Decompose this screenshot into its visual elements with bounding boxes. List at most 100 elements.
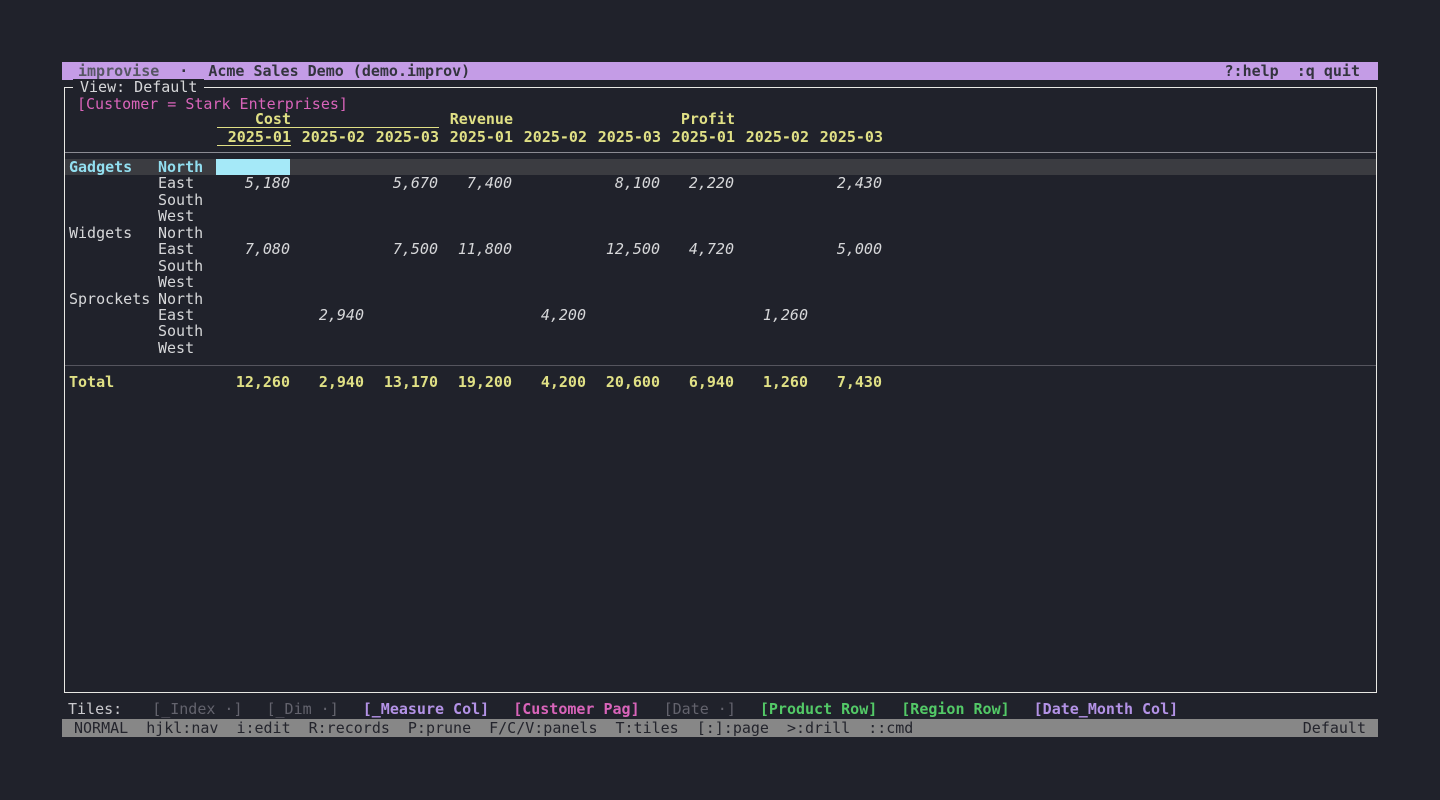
measure-group-header[interactable]: Cost xyxy=(217,111,439,128)
measure-group-header[interactable]: Revenue xyxy=(439,111,661,128)
month-col-header[interactable]: 2025-01 xyxy=(217,129,291,146)
pivot-cell[interactable] xyxy=(808,258,882,274)
pivot-cell[interactable] xyxy=(438,291,512,307)
pivot-cell[interactable]: 2,940 xyxy=(290,307,364,323)
pivot-cell[interactable] xyxy=(660,323,734,339)
pivot-cell[interactable]: 12,500 xyxy=(586,241,660,257)
pivot-cell[interactable] xyxy=(438,258,512,274)
pivot-cell[interactable] xyxy=(586,340,660,356)
pivot-cell[interactable] xyxy=(216,274,290,290)
pivot-cell[interactable] xyxy=(734,323,808,339)
pivot-cell[interactable] xyxy=(586,291,660,307)
pivot-cell[interactable] xyxy=(438,208,512,224)
pivot-cell[interactable] xyxy=(290,274,364,290)
pivot-cell[interactable] xyxy=(586,159,660,175)
pivot-cell[interactable] xyxy=(290,225,364,241)
pivot-cell[interactable] xyxy=(734,291,808,307)
pivot-cell[interactable] xyxy=(512,192,586,208)
pivot-cell[interactable] xyxy=(808,340,882,356)
pivot-cell[interactable] xyxy=(808,307,882,323)
pivot-cell[interactable] xyxy=(512,258,586,274)
pivot-cell[interactable]: 5,000 xyxy=(808,241,882,257)
pivot-cell[interactable] xyxy=(734,225,808,241)
pivot-cell[interactable] xyxy=(660,159,734,175)
month-col-header[interactable]: 2025-03 xyxy=(587,129,661,146)
pivot-cell[interactable] xyxy=(660,225,734,241)
pivot-cell[interactable]: 7,500 xyxy=(364,241,438,257)
pivot-cell[interactable] xyxy=(290,241,364,257)
pivot-cell[interactable] xyxy=(364,323,438,339)
pivot-cell[interactable] xyxy=(734,159,808,175)
pivot-cell[interactable]: 4,200 xyxy=(512,307,586,323)
pivot-cell[interactable] xyxy=(660,291,734,307)
pivot-cell[interactable] xyxy=(734,192,808,208)
pivot-cell[interactable] xyxy=(364,258,438,274)
pivot-cell[interactable] xyxy=(660,208,734,224)
pivot-cell[interactable] xyxy=(512,274,586,290)
pivot-cell[interactable] xyxy=(364,159,438,175)
pivot-cell[interactable] xyxy=(438,307,512,323)
month-col-header[interactable]: 2025-03 xyxy=(365,129,439,146)
pivot-cell[interactable] xyxy=(512,208,586,224)
pivot-cell[interactable] xyxy=(512,225,586,241)
tile-date[interactable]: [Date ·] xyxy=(664,700,736,718)
pivot-cell[interactable] xyxy=(438,192,512,208)
pivot-cell[interactable] xyxy=(364,307,438,323)
tile-measure-col[interactable]: [_Measure Col] xyxy=(363,700,489,718)
pivot-cell[interactable] xyxy=(290,159,364,175)
tile-date-month-col[interactable]: [Date_Month Col] xyxy=(1034,700,1179,718)
tile-dim[interactable]: [_Dim ·] xyxy=(267,700,339,718)
pivot-cell[interactable] xyxy=(808,291,882,307)
pivot-cell[interactable] xyxy=(290,175,364,191)
pivot-cell[interactable] xyxy=(586,274,660,290)
month-col-header[interactable]: 2025-03 xyxy=(809,129,883,146)
pivot-cell[interactable] xyxy=(808,225,882,241)
pivot-cell[interactable] xyxy=(734,258,808,274)
tile-region-row[interactable]: [Region Row] xyxy=(901,700,1009,718)
month-col-header[interactable]: 2025-02 xyxy=(291,129,365,146)
pivot-cell[interactable] xyxy=(586,208,660,224)
pivot-cell[interactable] xyxy=(512,291,586,307)
tile-index[interactable]: [_Index ·] xyxy=(152,700,242,718)
pivot-cell[interactable]: 2,220 xyxy=(660,175,734,191)
pivot-cell[interactable] xyxy=(512,175,586,191)
pivot-cell[interactable] xyxy=(660,340,734,356)
pivot-cell[interactable] xyxy=(216,258,290,274)
pivot-cell[interactable] xyxy=(290,323,364,339)
pivot-cell[interactable] xyxy=(290,340,364,356)
pivot-cell[interactable]: 5,180 xyxy=(216,175,290,191)
pivot-cell[interactable] xyxy=(216,307,290,323)
pivot-cell[interactable] xyxy=(660,307,734,323)
tile-customer-pag[interactable]: [Customer Pag] xyxy=(513,700,639,718)
pivot-cell[interactable] xyxy=(734,340,808,356)
pivot-cell[interactable] xyxy=(364,225,438,241)
pivot-cell[interactable] xyxy=(808,274,882,290)
pivot-cell[interactable] xyxy=(660,274,734,290)
pivot-cell[interactable] xyxy=(660,192,734,208)
tile-product-row[interactable]: [Product Row] xyxy=(760,700,877,718)
pivot-cell[interactable] xyxy=(216,291,290,307)
month-col-header[interactable]: 2025-01 xyxy=(439,129,513,146)
pivot-cell[interactable]: 7,400 xyxy=(438,175,512,191)
pivot-cell[interactable] xyxy=(808,192,882,208)
pivot-cell[interactable] xyxy=(512,323,586,339)
month-col-header[interactable]: 2025-02 xyxy=(513,129,587,146)
pivot-cell[interactable]: 7,080 xyxy=(216,241,290,257)
pivot-cell[interactable] xyxy=(586,258,660,274)
month-col-header[interactable]: 2025-01 xyxy=(661,129,735,146)
pivot-cell[interactable] xyxy=(586,323,660,339)
pivot-cell[interactable] xyxy=(290,192,364,208)
pivot-cell[interactable] xyxy=(512,340,586,356)
pivot-cell[interactable] xyxy=(290,258,364,274)
pivot-cell[interactable] xyxy=(438,340,512,356)
pivot-cell[interactable] xyxy=(734,274,808,290)
pivot-cell[interactable] xyxy=(364,340,438,356)
pivot-cell[interactable]: 1,260 xyxy=(734,307,808,323)
pivot-cell[interactable] xyxy=(512,241,586,257)
pivot-cell[interactable] xyxy=(808,208,882,224)
pivot-cell[interactable] xyxy=(734,208,808,224)
pivot-cell[interactable]: 4,720 xyxy=(660,241,734,257)
pivot-cell[interactable] xyxy=(216,192,290,208)
pivot-cell[interactable]: 2,430 xyxy=(808,175,882,191)
pivot-cell[interactable] xyxy=(734,175,808,191)
